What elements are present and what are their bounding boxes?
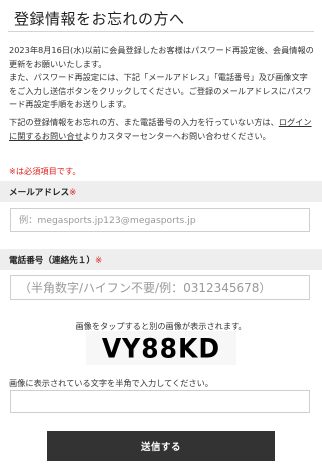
contact-text-after: よりカスタマーセンターへお問い合わせください。 bbox=[82, 130, 271, 141]
captcha-instruction: 画像に表示されている文字を半角で入力してください。 bbox=[9, 378, 213, 388]
intro-paragraph: 2023年8月16日(水)以前に会員登録したお客様はパスワード再設定後、会員情報… bbox=[9, 45, 314, 109]
email-label-text: メールアドレス bbox=[9, 188, 70, 198]
phone-label: 電話番号（連絡先１）※ bbox=[9, 254, 102, 266]
required-note: ※は必須項目です。 bbox=[9, 166, 81, 176]
required-mark: ※ bbox=[94, 256, 103, 266]
phone-field[interactable] bbox=[10, 275, 310, 300]
captcha-field[interactable] bbox=[10, 390, 310, 413]
page-title: 登録情報をお忘れの方へ bbox=[14, 10, 185, 28]
submit-button[interactable]: 送信する bbox=[47, 431, 275, 461]
title-divider bbox=[8, 31, 314, 32]
captcha-image-text: VY88KD bbox=[101, 332, 221, 364]
contact-paragraph: 下記の登録情報をお忘れの方、また電話番号の入力を行っていない方は、ログインに関す… bbox=[9, 116, 315, 143]
email-label: メールアドレス※ bbox=[9, 186, 76, 198]
email-field[interactable] bbox=[10, 208, 310, 232]
phone-label-text: 電話番号（連絡先１） bbox=[9, 256, 95, 266]
required-mark: ※ bbox=[69, 188, 77, 198]
contact-text-before: 下記の登録情報をお忘れの方、また電話番号の入力を行っていない方は、 bbox=[9, 117, 279, 127]
captcha-image[interactable]: VY88KD bbox=[86, 331, 236, 365]
